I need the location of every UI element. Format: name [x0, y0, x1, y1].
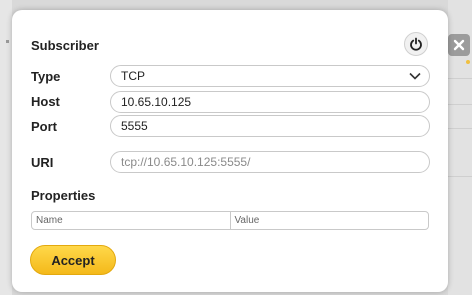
port-input[interactable]: 5555 — [110, 115, 430, 137]
properties-label: Properties — [31, 188, 96, 203]
background-indicator — [466, 60, 470, 64]
close-icon — [453, 39, 465, 51]
background-divider — [448, 104, 472, 105]
background-divider — [448, 176, 472, 177]
type-selected-value: TCP — [121, 69, 145, 83]
uri-input[interactable]: tcp://10.65.10.125:5555/ — [110, 151, 430, 173]
properties-table[interactable]: Name Value — [31, 211, 429, 230]
background-marker — [6, 40, 9, 43]
host-input[interactable]: 10.65.10.125 — [110, 91, 430, 113]
dialog-title: Subscriber — [31, 38, 99, 53]
background-app-left — [0, 0, 12, 295]
type-select[interactable]: TCP — [110, 65, 430, 87]
power-icon — [410, 37, 422, 51]
port-label: Port — [31, 119, 57, 134]
subscriber-dialog: Subscriber Type TCP Host 10.65.10.125 Po… — [12, 10, 448, 292]
chevron-down-icon — [409, 72, 421, 80]
uri-label: URI — [31, 155, 54, 170]
host-label: Host — [31, 94, 60, 109]
accept-button[interactable]: Accept — [30, 245, 116, 275]
properties-name-header: Name — [36, 215, 63, 226]
background-divider — [448, 78, 472, 79]
power-button[interactable] — [404, 32, 428, 56]
close-button[interactable] — [448, 34, 470, 56]
properties-value-header: Value — [229, 212, 429, 229]
background-divider — [448, 128, 472, 129]
type-label: Type — [31, 69, 61, 84]
